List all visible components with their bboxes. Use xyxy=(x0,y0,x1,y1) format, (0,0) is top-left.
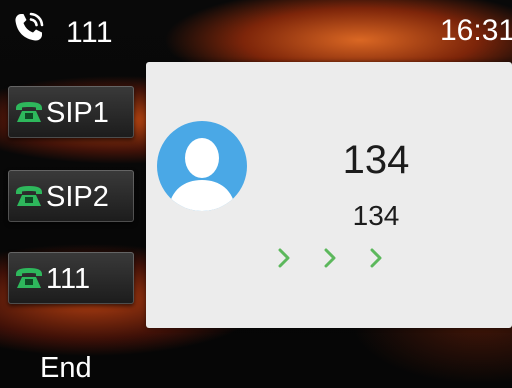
phone-icon xyxy=(16,186,42,206)
contact-avatar-icon xyxy=(157,121,247,211)
phone-icon xyxy=(16,268,42,288)
dialing-progress-icon xyxy=(278,248,382,268)
end-call-button[interactable]: End xyxy=(40,352,92,385)
status-bar: 111 16:31 xyxy=(0,0,512,64)
phone-call-icon xyxy=(15,12,44,41)
callee-name: 134 xyxy=(342,138,410,182)
clock: 16:31 xyxy=(440,14,512,47)
line-key-label: SIP1 xyxy=(46,97,109,129)
line-key-label: 111 xyxy=(46,263,91,295)
account-label: 111 xyxy=(66,16,114,49)
phone-icon xyxy=(16,102,42,122)
line-key-sip1[interactable]: SIP1 xyxy=(8,86,134,138)
call-panel: 134 134 xyxy=(146,62,512,328)
callee-number: 134 xyxy=(352,200,400,231)
line-key-sip2[interactable]: SIP2 xyxy=(8,170,134,222)
line-key-111[interactable]: 111 xyxy=(8,252,134,304)
line-key-label: SIP2 xyxy=(46,181,109,213)
